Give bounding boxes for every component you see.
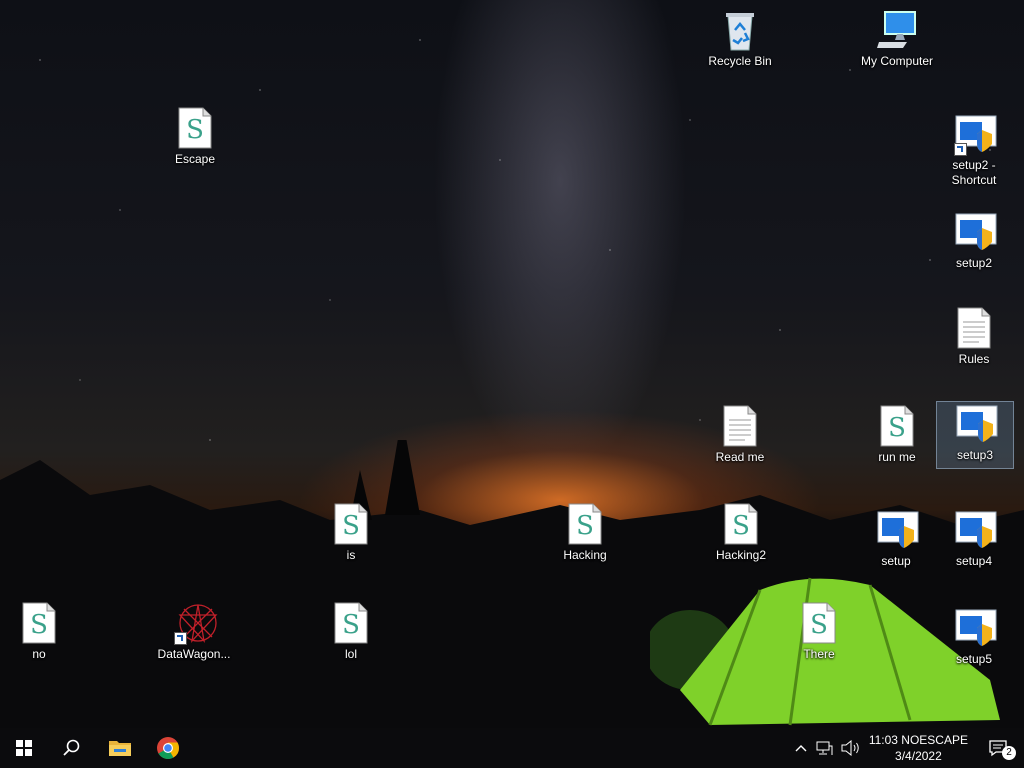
script-icon: S: [175, 106, 215, 150]
volume-icon: [841, 740, 859, 756]
icon-label: setup4: [955, 554, 993, 568]
icon-label: setup3: [956, 448, 994, 462]
show-hidden-icons-button[interactable]: [791, 728, 811, 768]
setup-icon: [954, 508, 997, 552]
desktop-icon[interactable]: S run me: [859, 404, 935, 465]
desktop-icon[interactable]: Read me: [702, 404, 778, 465]
icon-label: Read me: [715, 450, 765, 464]
svg-text:S: S: [30, 610, 48, 640]
file-explorer-icon: [109, 741, 131, 756]
chrome-icon: [157, 737, 179, 759]
icon-label: setup5: [955, 652, 993, 666]
desktop-icon[interactable]: DataWagon...: [156, 601, 232, 662]
icon-label: setup2 - Shortcut: [951, 158, 997, 187]
svg-text:S: S: [810, 610, 828, 640]
desktop-icon[interactable]: setup2 - Shortcut: [936, 112, 1012, 188]
search-button[interactable]: [48, 728, 96, 768]
icon-label: is: [346, 548, 356, 562]
start-button[interactable]: [0, 728, 48, 768]
desktop-icon[interactable]: setup4: [936, 508, 1012, 569]
icon-label: no: [32, 647, 46, 661]
desktop-icon[interactable]: setup: [858, 508, 934, 569]
svg-text:S: S: [888, 413, 906, 443]
notification-count-badge: 2: [1002, 746, 1016, 760]
computer-icon: [877, 8, 917, 52]
icon-label: My Computer: [860, 54, 934, 68]
file-explorer-button[interactable]: [96, 728, 144, 768]
script-icon: S: [565, 502, 605, 546]
desktop-icon[interactable]: Recycle Bin: [702, 8, 778, 69]
icon-label: Rules: [958, 352, 990, 366]
icon-label: There: [803, 647, 835, 661]
clock-date: 3/4/2022: [895, 749, 942, 763]
desktop-icon[interactable]: S no: [1, 601, 77, 662]
desktop-icon[interactable]: setup5: [936, 606, 1012, 667]
icon-label: setup: [881, 554, 911, 568]
desktop-icon[interactable]: setup3: [936, 401, 1014, 469]
shortcut-arrow-icon: [954, 143, 967, 156]
svg-text:S: S: [732, 511, 750, 541]
desktop-wallpaper: [0, 0, 1024, 728]
start-icon: [16, 740, 32, 756]
search-icon: [63, 739, 80, 756]
action-center-button[interactable]: 2: [972, 728, 1024, 768]
icon-label: Recycle Bin: [708, 54, 772, 68]
desktop-icon[interactable]: S is: [313, 502, 389, 563]
svg-text:S: S: [342, 511, 360, 541]
script-icon: S: [331, 601, 371, 645]
desktop-icon[interactable]: S Hacking2: [703, 502, 779, 563]
chevron-up-icon: [795, 745, 807, 752]
text-file-icon: [954, 306, 994, 350]
system-tray: 11:03 NOESCAPE 3/4/2022 2: [791, 728, 1024, 768]
desktop-icon[interactable]: S Hacking: [547, 502, 623, 563]
shortcut-arrow-icon: [174, 632, 187, 645]
clock-time: 11:03 NOESCAPE: [868, 733, 968, 747]
setup-icon: [876, 508, 919, 552]
clock[interactable]: 11:03 NOESCAPE 3/4/2022: [865, 728, 972, 768]
taskbar: 11:03 NOESCAPE 3/4/2022 2: [0, 728, 1024, 768]
desktop-icon[interactable]: S There: [781, 601, 857, 662]
script-icon: S: [877, 404, 917, 448]
icon-label: Hacking2: [715, 548, 767, 562]
datawagon-shortcut-icon: [174, 601, 218, 645]
recycle-bin-icon: [720, 8, 760, 52]
setup-shortcut-icon: [954, 112, 997, 156]
setup-icon: [954, 210, 997, 254]
script-icon: S: [19, 601, 59, 645]
script-icon: S: [799, 601, 839, 645]
desktop-icon[interactable]: My Computer: [859, 8, 935, 69]
network-icon: [816, 741, 833, 755]
network-button[interactable]: [811, 728, 837, 768]
svg-text:S: S: [576, 511, 594, 541]
setup-icon: [954, 606, 997, 650]
script-icon: S: [331, 502, 371, 546]
desktop-icon[interactable]: S Escape: [157, 106, 233, 167]
icon-label: lol: [344, 647, 357, 661]
chrome-button[interactable]: [144, 728, 192, 768]
icon-label: run me: [878, 450, 916, 464]
icon-label: setup2: [955, 256, 993, 270]
text-file-icon: [720, 404, 760, 448]
desktop-icon[interactable]: S lol: [313, 601, 389, 662]
icon-label: DataWagon...: [157, 647, 231, 661]
script-icon: S: [721, 502, 761, 546]
desktop-icon[interactable]: Rules: [936, 306, 1012, 367]
volume-button[interactable]: [837, 728, 865, 768]
icon-label: Escape: [174, 152, 216, 166]
svg-text:S: S: [342, 610, 360, 640]
icon-label: Hacking: [563, 548, 607, 562]
desktop-icon[interactable]: setup2: [936, 210, 1012, 271]
svg-text:S: S: [186, 115, 204, 145]
setup-icon: [955, 402, 998, 446]
